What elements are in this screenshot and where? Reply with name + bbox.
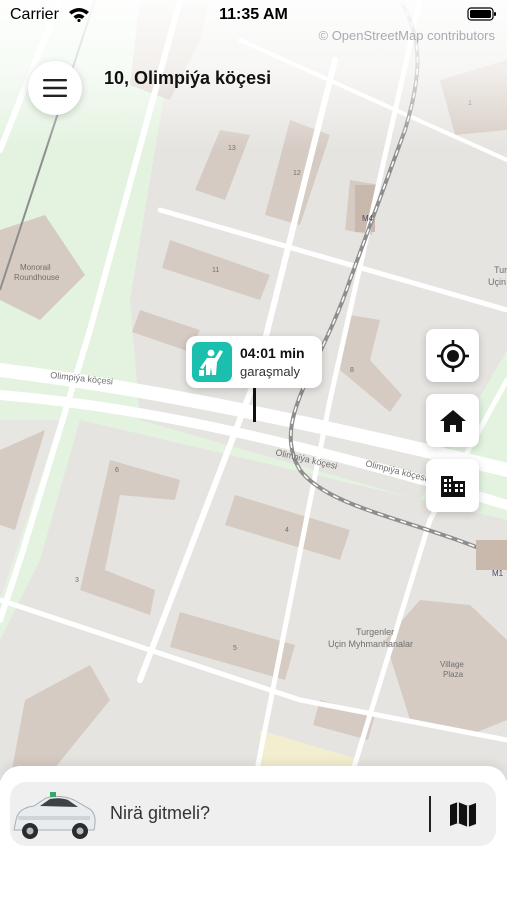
house-number: 11 [212, 267, 219, 274]
work-button[interactable] [426, 459, 479, 512]
clock: 11:35 AM [219, 6, 288, 23]
station-building [476, 540, 507, 570]
home-icon [439, 409, 466, 432]
place-label: Turgenler [356, 627, 394, 637]
place-label: Village [440, 660, 464, 669]
menu-icon [43, 79, 67, 97]
pickup-eta: 04:01 min [240, 345, 305, 361]
destination-input[interactable]: Nirä gitmeli? [110, 803, 210, 824]
search-divider [429, 796, 431, 832]
battery-icon [467, 7, 496, 21]
place-label: Uçin Myhmanhanalar [328, 639, 413, 649]
office-icon [440, 475, 465, 497]
pickup-eta-card[interactable]: 04:01 min garaşmaly [186, 336, 322, 388]
house-number: 5 [233, 645, 237, 652]
house-number: 12 [293, 170, 301, 177]
house-number: 4 [285, 527, 289, 534]
map-attribution[interactable]: © OpenStreetMap contributors [319, 28, 496, 43]
destination-search-bar[interactable]: Nirä gitmeli? [10, 782, 496, 846]
place-label: Plaza [443, 670, 464, 679]
pickup-pin-stem [253, 388, 256, 422]
status-bar: Carrier 11:35 AM [0, 0, 507, 30]
place-label: Uçin [488, 277, 506, 287]
station-label: M4 [362, 214, 374, 223]
pickup-person-icon [199, 349, 223, 376]
home-button[interactable] [426, 394, 479, 447]
map-icon[interactable] [448, 800, 478, 828]
place-label: Monorail [20, 263, 51, 272]
locate-icon [436, 339, 469, 372]
house-number: 3 [75, 577, 79, 584]
current-address: 10, Olimpiýa köçesi [104, 68, 272, 88]
station-label: M1 [492, 569, 504, 578]
house-number: 6 [115, 467, 119, 474]
place-label: Tur [494, 265, 507, 275]
place-label: Roundhouse [14, 273, 60, 282]
locate-button[interactable] [426, 329, 479, 382]
car-icon [13, 792, 96, 839]
menu-button[interactable] [28, 61, 82, 115]
pickup-icon-badge [192, 342, 232, 382]
pickup-label: garaşmaly [240, 364, 300, 379]
house-number: 8 [350, 367, 354, 374]
